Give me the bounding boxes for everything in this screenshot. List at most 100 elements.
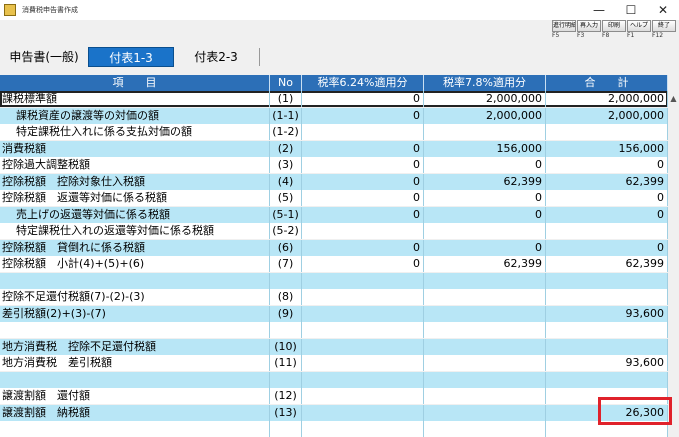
table-row[interactable]: 特定課税仕入れの返還等対価に係る税額 (5-2) — [0, 223, 668, 239]
table-row[interactable]: 差引税額(2)+(3)-(7) (9) 93,600 — [0, 305, 668, 322]
table-row[interactable] — [0, 371, 668, 388]
table-row[interactable]: 控除税額 返還等対価に係る税額 (5) 0 0 0 — [0, 190, 668, 206]
cell-no: (1) — [270, 91, 302, 107]
cell-rate-78[interactable] — [424, 371, 546, 388]
cell-total[interactable]: 62,399 — [546, 173, 668, 190]
close-button[interactable]: ✕ — [647, 0, 679, 20]
table-row[interactable]: 控除税額 貸倒れに係る税額 (6) 0 0 0 — [0, 239, 668, 256]
cell-no: (3) — [270, 157, 302, 173]
help-button[interactable]: ヘルプ — [627, 20, 651, 32]
cell-rate-624[interactable]: 0 — [302, 239, 424, 256]
minimize-button[interactable]: — — [583, 0, 615, 20]
cell-total[interactable]: 62,399 — [546, 256, 668, 272]
cell-rate-624[interactable] — [302, 272, 424, 289]
table-row[interactable]: 控除税額 控除対象仕入税額 (4) 0 62,399 62,399 — [0, 173, 668, 190]
cell-total[interactable] — [546, 124, 668, 140]
cell-rate-624[interactable] — [302, 338, 424, 355]
tab-appendix-2-3[interactable]: 付表2-3 — [178, 47, 254, 67]
table-row[interactable]: 控除過大調整税額 (3) 0 0 0 — [0, 157, 668, 173]
cell-rate-624[interactable]: 0 — [302, 256, 424, 272]
table-row[interactable]: 課税標準額 (1) 0 2,000,000 2,000,000 — [0, 91, 668, 107]
cell-total[interactable]: 93,600 — [546, 305, 668, 322]
table-row[interactable]: 地方消費税 控除不足還付税額 (10) — [0, 338, 668, 355]
cell-total[interactable]: 2,000,000 — [546, 107, 668, 124]
cell-total[interactable]: 26,300 — [546, 404, 668, 421]
cell-rate-78[interactable] — [424, 322, 546, 338]
cell-total[interactable]: 0 — [546, 190, 668, 206]
cell-total[interactable] — [546, 322, 668, 338]
tab-appendix-1-3[interactable]: 付表1-3 — [88, 47, 174, 67]
cell-rate-78[interactable] — [424, 223, 546, 239]
cell-rate-624[interactable] — [302, 223, 424, 239]
cell-rate-624[interactable] — [302, 355, 424, 371]
cell-total[interactable]: 0 — [546, 239, 668, 256]
cell-rate-624[interactable]: 0 — [302, 190, 424, 206]
table-row[interactable]: 売上げの返還等対価に係る税額 (5-1) 0 0 0 — [0, 206, 668, 223]
cell-rate-78[interactable]: 62,399 — [424, 173, 546, 190]
cell-rate-78[interactable]: 0 — [424, 239, 546, 256]
cell-total[interactable] — [546, 223, 668, 239]
cell-rate-78[interactable] — [424, 338, 546, 355]
cell-rate-78[interactable] — [424, 404, 546, 421]
cell-rate-78[interactable]: 0 — [424, 190, 546, 206]
cell-rate-78[interactable] — [424, 289, 546, 305]
cell-rate-78[interactable] — [424, 305, 546, 322]
cell-item — [0, 272, 270, 289]
cell-item: 特定課税仕入れに係る支払対価の額 — [0, 124, 270, 140]
cell-rate-78[interactable]: 2,000,000 — [424, 91, 546, 107]
cell-no: (13) — [270, 404, 302, 421]
cell-total[interactable] — [546, 338, 668, 355]
maximize-button[interactable]: ☐ — [615, 0, 647, 20]
cell-total[interactable]: 93,600 — [546, 355, 668, 371]
table-row[interactable]: 課税資産の譲渡等の対価の額 (1-1) 0 2,000,000 2,000,000 — [0, 107, 668, 124]
cell-total[interactable] — [546, 371, 668, 388]
scroll-up-icon[interactable]: ▲ — [669, 94, 678, 103]
table-row[interactable] — [0, 322, 668, 338]
table-row[interactable]: 譲渡割額 還付額 (12) — [0, 388, 668, 404]
cell-rate-624[interactable] — [302, 388, 424, 404]
cell-rate-624[interactable] — [302, 124, 424, 140]
exit-button[interactable]: 終了 — [652, 20, 676, 32]
tab-return-general[interactable]: 申告書(一般) — [4, 47, 84, 67]
cell-rate-78[interactable]: 0 — [424, 206, 546, 223]
table-row[interactable]: 消費税額 (2) 0 156,000 156,000 — [0, 140, 668, 157]
cell-rate-78[interactable] — [424, 124, 546, 140]
vertical-scrollbar[interactable]: ▲ — [668, 92, 679, 435]
cell-item: 控除税額 貸倒れに係る税額 — [0, 239, 270, 256]
cell-rate-624[interactable]: 0 — [302, 206, 424, 223]
cell-total[interactable]: 0 — [546, 157, 668, 173]
cell-rate-78[interactable] — [424, 355, 546, 371]
cell-rate-624[interactable] — [302, 322, 424, 338]
cell-total[interactable] — [546, 388, 668, 404]
cell-rate-78[interactable] — [424, 388, 546, 404]
table-row[interactable]: 控除不足還付税額(7)-(2)-(3) (8) — [0, 289, 668, 305]
cell-rate-78[interactable]: 62,399 — [424, 256, 546, 272]
cell-rate-624[interactable]: 0 — [302, 107, 424, 124]
cell-item: 課税標準額 — [0, 91, 270, 107]
table-row[interactable]: 控除税額 小計(4)+(5)+(6) (7) 0 62,399 62,399 — [0, 256, 668, 272]
cell-rate-624[interactable]: 0 — [302, 91, 424, 107]
cell-total[interactable]: 0 — [546, 206, 668, 223]
cell-total[interactable] — [546, 289, 668, 305]
cell-rate-624[interactable] — [302, 371, 424, 388]
progress-detail-button[interactable]: 進行明細 — [552, 20, 576, 32]
cell-rate-78[interactable]: 2,000,000 — [424, 107, 546, 124]
cell-rate-624[interactable]: 0 — [302, 140, 424, 157]
cell-rate-624[interactable] — [302, 289, 424, 305]
cell-rate-624[interactable] — [302, 305, 424, 322]
cell-total[interactable]: 156,000 — [546, 140, 668, 157]
cell-rate-624[interactable] — [302, 404, 424, 421]
cell-rate-78[interactable]: 156,000 — [424, 140, 546, 157]
cell-total[interactable] — [546, 272, 668, 289]
reenter-button[interactable]: 再入力 — [577, 20, 601, 32]
table-row[interactable]: 特定課税仕入れに係る支払対価の額 (1-2) — [0, 124, 668, 140]
table-row[interactable]: 譲渡割額 納税額 (13) 26,300 — [0, 404, 668, 421]
table-row[interactable] — [0, 272, 668, 289]
cell-rate-78[interactable]: 0 — [424, 157, 546, 173]
cell-rate-624[interactable]: 0 — [302, 157, 424, 173]
cell-rate-78[interactable] — [424, 272, 546, 289]
cell-total[interactable]: 2,000,000 — [546, 91, 668, 107]
cell-rate-624[interactable]: 0 — [302, 173, 424, 190]
print-button[interactable]: 印刷 — [602, 20, 626, 32]
table-row[interactable]: 地方消費税 差引税額 (11) 93,600 — [0, 355, 668, 371]
